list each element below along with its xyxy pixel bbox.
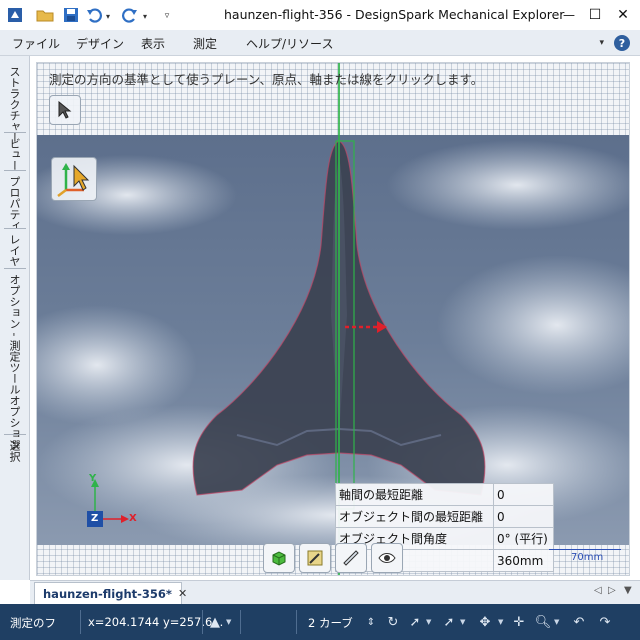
table-row: オブジェクト間の最短距離 0 [335, 505, 554, 528]
dropdown-caret-icon[interactable]: ▼ [426, 618, 431, 626]
menu-view[interactable]: 表示 [141, 35, 165, 52]
dropdown-caret-icon[interactable]: ▼ [226, 618, 231, 626]
zoom-icon[interactable]: 🔍︎ [534, 613, 552, 631]
ribbon-collapse-icon[interactable]: ▾ [599, 38, 604, 48]
scroll-arrows-icon[interactable]: ⇕ [362, 613, 380, 631]
pan-icon[interactable]: ✛ [510, 613, 528, 631]
help-button[interactable]: ? [614, 35, 630, 51]
next-view-icon[interactable]: ↷ [596, 613, 614, 631]
undo-dropdown-icon[interactable]: ▾ [103, 5, 113, 27]
tab-separator [4, 268, 26, 269]
document-tab[interactable]: haunzen-flight-356* ✕ [34, 582, 187, 604]
status-bar: 測定のフ x=204.1744 y=257.6... ▲ ▼ 2 カーブ ⇕ ↻… [0, 604, 640, 640]
dropdown-caret-icon[interactable]: ▼ [460, 618, 465, 626]
menu-help-resources[interactable]: ヘルプ/リソース [246, 35, 333, 52]
tab-view[interactable]: ビュー [6, 138, 22, 171]
scale-label: 70mm [571, 552, 604, 563]
axis-label-z: Z [91, 513, 99, 524]
tab-separator [4, 132, 26, 133]
orbit-icon[interactable]: ✥ [476, 613, 494, 631]
title-bar: ▾ ▾ ▿ haunzen-flight-356 - DesignSpark M… [0, 0, 640, 30]
dropdown-caret-icon[interactable]: ▼ [498, 618, 503, 626]
redo-icon[interactable] [118, 4, 140, 26]
tab-list-icon[interactable]: ▼ [624, 585, 632, 596]
menu-file[interactable]: ファイル [12, 35, 60, 52]
measure-direction-arrow-icon [345, 321, 387, 333]
status-mode: 測定のフ [10, 616, 56, 630]
measure-label: 軸間の最短距離 [335, 483, 494, 506]
select-pointer-icon[interactable]: ➚ [406, 613, 424, 631]
measure-value: 0 [493, 505, 554, 528]
measure-value: 0° (平行) [493, 527, 554, 550]
menu-bar: ファイル デザイン 表示 測定 ヘルプ/リソース ▾ ? [0, 30, 640, 56]
window-title: haunzen-flight-356 - DesignSpark Mechani… [224, 7, 565, 22]
prev-tab-icon[interactable]: ◁ [594, 585, 602, 596]
tab-options-measure[interactable]: オプション - 測定ツールオプション [6, 274, 22, 450]
status-separator [240, 610, 241, 634]
customize-icon[interactable]: ▿ [160, 5, 174, 27]
pencil-grid-icon [307, 550, 323, 566]
table-row: △長 360mm [335, 549, 554, 572]
eye-icon [378, 553, 396, 563]
side-panel-tabs: ストラクチャー ビュー プロパティ レイヤ オプション - 測定ツールオプション… [0, 56, 30, 580]
document-tab-bar: haunzen-flight-356* ✕ ◁ ▷ ▼ [30, 580, 640, 604]
tab-separator [4, 228, 26, 229]
solid-tool-button[interactable] [263, 543, 295, 573]
selection-count: 2 カーブ [308, 616, 353, 630]
redo-dropdown-icon[interactable]: ▾ [140, 5, 150, 27]
tab-separator [4, 434, 26, 435]
save-icon[interactable] [60, 4, 82, 26]
length-ruler-icon [343, 550, 359, 566]
status-separator [202, 610, 203, 634]
tab-layers[interactable]: レイヤ [6, 234, 22, 267]
close-tab-icon[interactable]: ✕ [178, 587, 187, 600]
edit-tool-button[interactable] [299, 543, 331, 573]
triangle-up-icon[interactable]: ▲ [206, 613, 224, 631]
measurement-results-table: 軸間の最短距離 0 オブジェクト間の最短距離 0 オブジェクト間角度 0° (平… [335, 483, 554, 572]
open-folder-icon[interactable] [34, 4, 56, 26]
menu-measure[interactable]: 測定 [193, 35, 217, 52]
tab-separator [4, 170, 26, 171]
next-tab-icon[interactable]: ▷ [608, 585, 616, 596]
display-options-button[interactable] [371, 543, 403, 573]
status-separator [80, 610, 81, 634]
instruction-prompt: 測定の方向の基準として使うプレーン、原点、軸または線をクリックします。 [49, 72, 484, 87]
cursor-coordinates: x=204.1744 y=257.6... [88, 615, 224, 629]
close-button[interactable]: ✕ [600, 0, 640, 30]
table-row: オブジェクト間角度 0° (平行) [335, 527, 554, 550]
axis-label-x: X [129, 513, 137, 524]
select-tool-button[interactable] [49, 95, 81, 125]
pointer-icon [58, 101, 72, 119]
tab-selection[interactable]: 選択 [6, 440, 22, 462]
measure-label: オブジェクト間の最短距離 [335, 505, 494, 528]
app-logo-icon[interactable] [4, 4, 26, 26]
axis-label-y: Y [89, 473, 97, 484]
design-canvas[interactable]: 測定の方向の基準として使うプレーン、原点、軸または線をクリックします。 Y Z … [36, 62, 630, 576]
measure-value: 0 [493, 483, 554, 506]
measure-value: 360mm [493, 549, 554, 572]
tab-properties[interactable]: プロパティ [6, 176, 22, 231]
previous-view-icon[interactable]: ↶ [570, 613, 588, 631]
select-lasso-icon[interactable]: ➚ [440, 613, 458, 631]
measure-options-button[interactable] [335, 543, 367, 573]
move-tool-button[interactable] [51, 157, 97, 201]
rotate-select-icon[interactable]: ↻ [384, 613, 402, 631]
dropdown-caret-icon[interactable]: ▼ [554, 618, 559, 626]
document-tab-label: haunzen-flight-356* [43, 586, 172, 601]
scale-bar [549, 549, 621, 550]
status-separator [296, 610, 297, 634]
menu-design[interactable]: デザイン [76, 35, 124, 52]
move-handle-icon [57, 163, 90, 197]
green-cube-icon [272, 551, 286, 566]
table-row: 軸間の最短距離 0 [335, 483, 554, 506]
